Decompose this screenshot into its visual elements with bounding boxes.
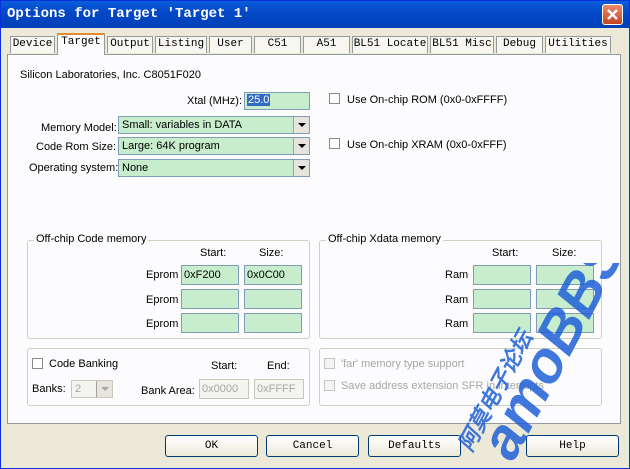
eprom-label: Eprom bbox=[146, 318, 179, 330]
defaults-button[interactable]: Defaults bbox=[368, 435, 461, 457]
code-rom-size-value: Large: 64K program bbox=[122, 140, 220, 152]
close-button[interactable] bbox=[602, 4, 623, 25]
tab-user[interactable]: User bbox=[209, 36, 252, 53]
use-onchip-rom-label: Use On-chip ROM (0x0-0xFFFF) bbox=[347, 94, 508, 106]
bank-area-end-input[interactable]: 0xFFFF bbox=[254, 379, 304, 399]
ram-size-input[interactable] bbox=[536, 289, 594, 309]
cancel-button[interactable]: Cancel bbox=[266, 435, 359, 457]
bank-start-header: Start: bbox=[211, 360, 238, 372]
far-memory-label: 'far' memory type support bbox=[341, 358, 465, 370]
far-memory-checkbox[interactable] bbox=[324, 358, 335, 369]
eprom-start-input[interactable] bbox=[181, 289, 239, 309]
save-address-label: Save address extension SFR in interrupts bbox=[341, 380, 544, 392]
tab-label: Output bbox=[110, 38, 150, 50]
ram-label: Ram bbox=[445, 294, 469, 306]
device-name: Silicon Laboratories, Inc. C8051F020 bbox=[20, 69, 201, 81]
code-rom-size-label: Code Rom Size: bbox=[36, 141, 117, 153]
ram-start-input[interactable] bbox=[473, 313, 531, 333]
ok-button[interactable]: OK bbox=[165, 435, 258, 457]
eprom-size-input[interactable] bbox=[244, 289, 302, 309]
xtal-label: Xtal (MHz): bbox=[187, 95, 242, 107]
banks-select[interactable]: 2 bbox=[71, 380, 113, 398]
operating-system-select[interactable]: None bbox=[118, 159, 310, 177]
eprom-start-input[interactable]: 0xF200 bbox=[181, 265, 239, 285]
offchip-xdata-start-header: Start: bbox=[492, 247, 519, 259]
far-memory-group bbox=[319, 348, 602, 406]
options-dialog: Options for Target 'Target 1' Device Tar… bbox=[0, 0, 630, 469]
eprom-label: Eprom bbox=[146, 294, 179, 306]
tab-debug[interactable]: Debug bbox=[496, 36, 543, 53]
tab-label: A51 bbox=[316, 38, 337, 50]
tab-label: Debug bbox=[502, 38, 536, 50]
tab-label: Utilities bbox=[548, 38, 608, 50]
chevron-down-icon bbox=[293, 138, 309, 154]
tab-bl51-misc[interactable]: BL51 Misc bbox=[430, 36, 494, 53]
ram-start-input[interactable] bbox=[473, 289, 531, 309]
help-button[interactable]: Help bbox=[526, 435, 619, 457]
xtal-input[interactable]: 25.0 bbox=[244, 92, 310, 110]
tab-device[interactable]: Device bbox=[10, 36, 55, 53]
bank-area-label: Bank Area: bbox=[141, 385, 195, 397]
eprom-size-input[interactable]: 0x0C00 bbox=[244, 265, 302, 285]
tab-label: BL51 Misc bbox=[432, 38, 492, 50]
offchip-xdata-title: Off-chip Xdata memory bbox=[326, 233, 443, 245]
ram-label: Ram bbox=[445, 269, 469, 281]
tab-utilities[interactable]: Utilities bbox=[545, 36, 611, 53]
chevron-down-icon bbox=[293, 160, 309, 176]
tab-target[interactable]: Target bbox=[57, 33, 105, 55]
ram-label: Ram bbox=[445, 318, 469, 330]
memory-model-select[interactable]: Small: variables in DATA bbox=[118, 116, 310, 134]
offchip-code-title: Off-chip Code memory bbox=[34, 233, 149, 245]
title-bar: Options for Target 'Target 1' bbox=[1, 1, 629, 28]
bank-area-start-input[interactable]: 0x0000 bbox=[199, 379, 249, 399]
chevron-down-icon bbox=[293, 117, 309, 133]
tab-a51[interactable]: A51 bbox=[303, 36, 350, 53]
bank-end-header: End: bbox=[267, 360, 290, 372]
xtal-value: 25.0 bbox=[247, 94, 271, 106]
banks-label: Banks: bbox=[32, 383, 66, 395]
use-onchip-xram-label: Use On-chip XRAM (0x0-0xFFF) bbox=[347, 139, 507, 151]
save-address-checkbox[interactable] bbox=[324, 380, 335, 391]
tab-output[interactable]: Output bbox=[107, 36, 153, 53]
use-onchip-rom-checkbox[interactable] bbox=[329, 93, 340, 104]
eprom-label: Eprom bbox=[146, 269, 179, 281]
banks-value: 2 bbox=[75, 383, 82, 395]
tab-label: C51 bbox=[267, 38, 288, 50]
eprom-size-input[interactable] bbox=[244, 313, 302, 333]
memory-model-value: Small: variables in DATA bbox=[122, 119, 243, 131]
tab-label: Target bbox=[61, 36, 101, 48]
tab-label: BL51 Locate bbox=[353, 38, 427, 50]
tab-label: Device bbox=[12, 38, 53, 50]
ram-size-input[interactable] bbox=[536, 313, 594, 333]
code-banking-checkbox[interactable] bbox=[32, 358, 43, 369]
chevron-down-icon bbox=[96, 381, 112, 397]
window-title: Options for Target 'Target 1' bbox=[7, 6, 251, 22]
ram-start-input[interactable] bbox=[473, 265, 531, 285]
eprom-start-input[interactable] bbox=[181, 313, 239, 333]
tab-bl51-locate[interactable]: BL51 Locate bbox=[352, 36, 428, 53]
offchip-code-start-header: Start: bbox=[200, 247, 227, 259]
close-icon bbox=[607, 9, 618, 20]
operating-system-label: Operating system: bbox=[29, 162, 119, 174]
ram-size-input[interactable] bbox=[536, 265, 594, 285]
offchip-xdata-size-header: Size: bbox=[552, 247, 577, 259]
tab-label: User bbox=[217, 38, 244, 50]
operating-system-value: None bbox=[122, 162, 149, 174]
tab-listing[interactable]: Listing bbox=[155, 36, 207, 53]
code-rom-size-select[interactable]: Large: 64K program bbox=[118, 137, 310, 155]
code-banking-label: Code Banking bbox=[49, 358, 119, 370]
tab-c51[interactable]: C51 bbox=[254, 36, 301, 53]
tab-label: Listing bbox=[157, 38, 205, 50]
offchip-code-size-header: Size: bbox=[259, 247, 284, 259]
memory-model-label: Memory Model: bbox=[41, 122, 117, 134]
use-onchip-xram-checkbox[interactable] bbox=[329, 138, 340, 149]
